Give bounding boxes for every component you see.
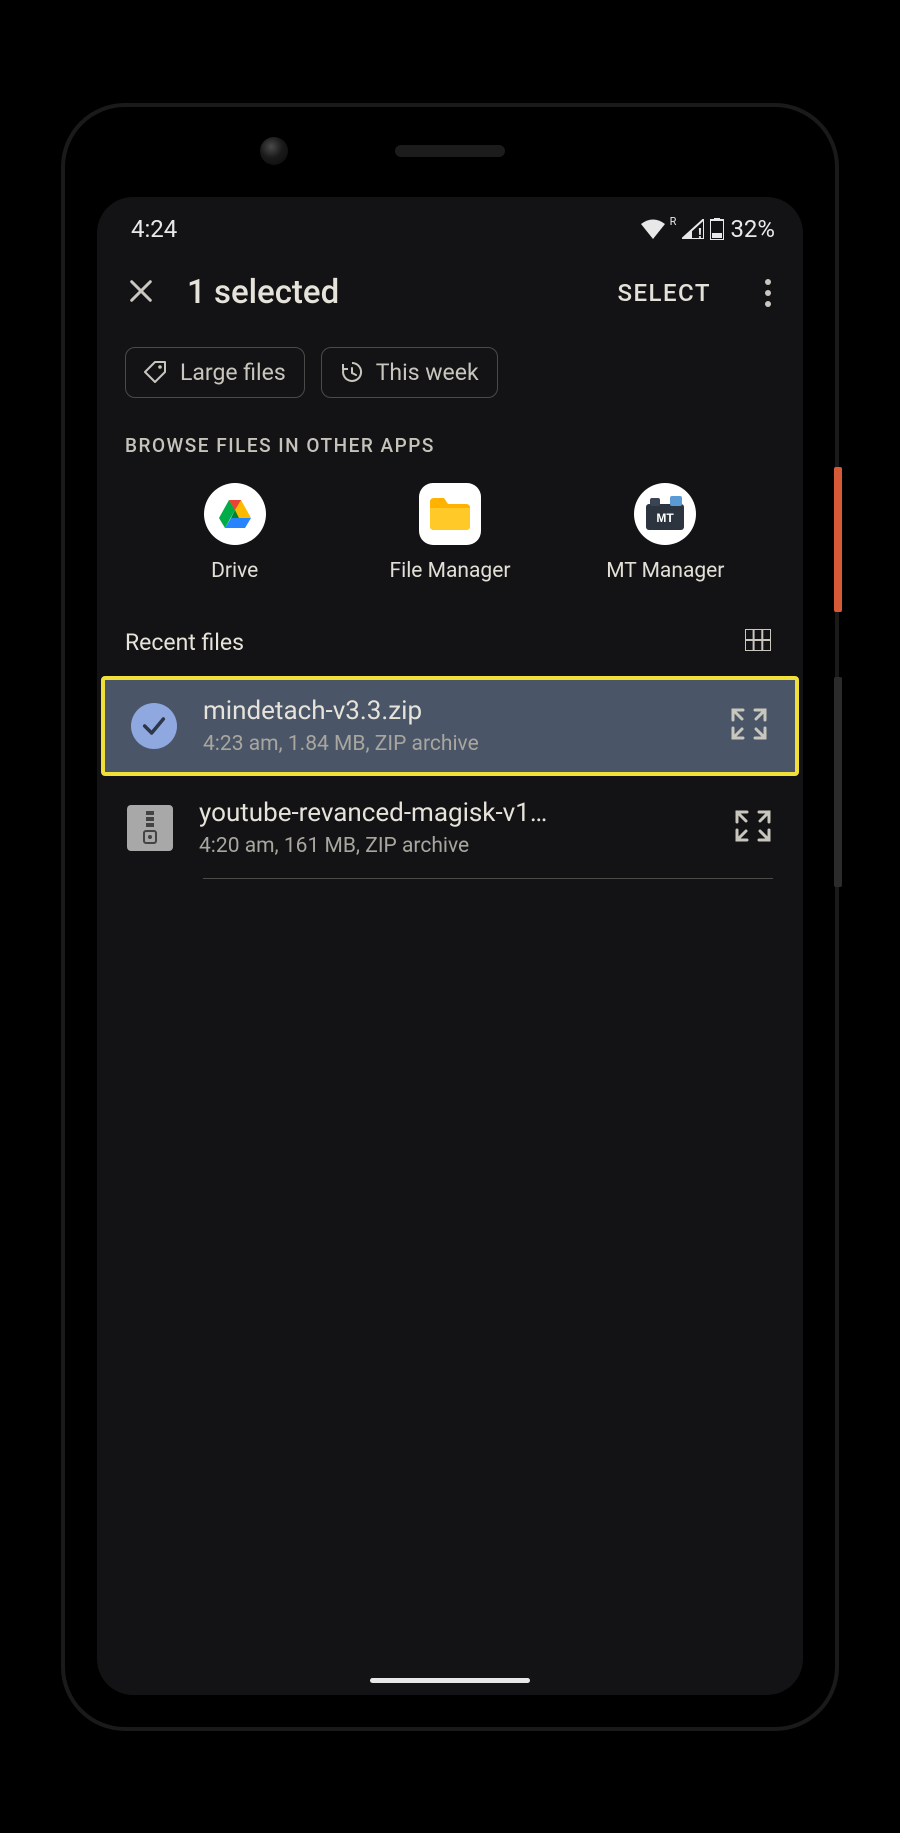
grid-view-icon[interactable] [745, 629, 771, 655]
file-meta: 4:20 am, 161 MB, ZIP archive [199, 834, 707, 858]
app-label: File Manager [389, 559, 510, 583]
app-drive[interactable]: Drive [155, 483, 315, 583]
chip-this-week[interactable]: This week [321, 347, 498, 398]
file-name: mindetach-v3.3.zip [203, 696, 703, 726]
recent-title: Recent files [125, 629, 244, 656]
app-mt-manager[interactable]: MT MT Manager [585, 483, 745, 583]
app-bar: 1 selected SELECT [97, 249, 803, 337]
chip-large-files[interactable]: Large files [125, 347, 305, 398]
file-info: mindetach-v3.3.zip 4:23 am, 1.84 MB, ZIP… [203, 696, 703, 756]
power-button [834, 467, 842, 612]
select-button[interactable]: SELECT [607, 273, 721, 313]
app-label: MT Manager [606, 559, 724, 583]
wifi-icon [640, 219, 666, 239]
divider [203, 878, 773, 879]
drive-icon [204, 483, 266, 545]
zip-icon [127, 805, 173, 851]
status-time: 4:24 [131, 215, 177, 243]
recent-header: Recent files [97, 607, 803, 674]
battery-percent: 32% [730, 215, 775, 243]
expand-icon[interactable] [729, 706, 769, 746]
mt-manager-icon: MT [634, 483, 696, 545]
front-camera [260, 137, 288, 165]
filter-chips: Large files This week [97, 337, 803, 420]
close-icon[interactable] [123, 271, 159, 315]
status-right: R ! 32% [640, 215, 775, 243]
battery-icon [710, 218, 724, 240]
phone-frame: 4:24 R ! 32% 1 selected SELECT Large fil… [65, 107, 835, 1727]
signal-icon: ! [682, 219, 704, 239]
roaming-label: R [670, 215, 677, 228]
speaker-grille [395, 145, 505, 157]
file-item-selected[interactable]: mindetach-v3.3.zip 4:23 am, 1.84 MB, ZIP… [101, 676, 799, 776]
svg-text:!: ! [698, 226, 702, 239]
file-info: youtube-revanced-magisk-v1… 4:20 am, 161… [199, 798, 707, 858]
file-manager-icon [419, 483, 481, 545]
apps-row: Drive File Manager MT MT Manager [97, 475, 803, 607]
browse-section-label: BROWSE FILES IN OTHER APPS [97, 420, 803, 475]
history-icon [340, 360, 364, 384]
chip-label: Large files [180, 359, 286, 386]
status-bar: 4:24 R ! 32% [97, 197, 803, 249]
home-indicator[interactable] [370, 1678, 530, 1683]
volume-button [834, 677, 842, 887]
more-icon[interactable] [749, 271, 779, 315]
check-icon [131, 703, 177, 749]
tag-icon [144, 360, 168, 384]
page-title: 1 selected [187, 273, 579, 312]
file-meta: 4:23 am, 1.84 MB, ZIP archive [203, 732, 703, 756]
screen: 4:24 R ! 32% 1 selected SELECT Large fil… [97, 197, 803, 1695]
file-name: youtube-revanced-magisk-v1… [199, 798, 707, 828]
file-item[interactable]: youtube-revanced-magisk-v1… 4:20 am, 161… [97, 778, 803, 878]
expand-icon[interactable] [733, 808, 773, 848]
app-label: Drive [211, 559, 258, 583]
chip-label: This week [376, 359, 479, 386]
app-file-manager[interactable]: File Manager [370, 483, 530, 583]
svg-text:MT: MT [657, 511, 675, 525]
